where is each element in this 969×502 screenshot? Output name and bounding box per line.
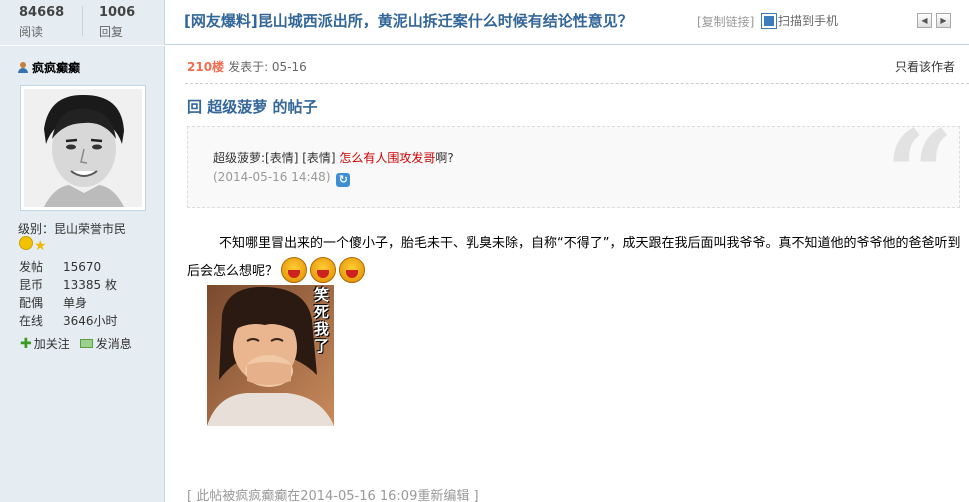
copy-link-button[interactable]: [复制链接] bbox=[697, 13, 754, 30]
stats-divider bbox=[82, 6, 83, 36]
post-divider bbox=[185, 83, 969, 84]
replies-count: 1006 bbox=[99, 5, 136, 20]
quote-suffix: 啊? bbox=[435, 151, 454, 165]
thread-nav: ◀ ▶ bbox=[917, 12, 955, 28]
only-author-link[interactable]: 只看该作者 bbox=[895, 58, 955, 75]
avatar-portrait bbox=[24, 89, 142, 207]
views-label: 阅读 bbox=[19, 25, 44, 39]
user-info: 发帖 15670 昆币 13385 枚 配偶 单身 在线 3646小时 bbox=[19, 258, 118, 330]
quote-time: (2014-05-16 14:48) ↻ bbox=[213, 170, 351, 187]
info-key: 昆币 bbox=[19, 278, 44, 292]
quote-timestamp: (2014-05-16 14:48) bbox=[213, 170, 331, 184]
post-body: 不知哪里冒出来的一个傻小子，胎毛未干、乳臭未除，自称“不得了”，成天跟在我后面叫… bbox=[187, 230, 962, 285]
replies-stat: 1006 回复 bbox=[99, 5, 169, 40]
envelope-icon bbox=[79, 339, 93, 348]
author-name-link[interactable]: 疯疯癫癫 bbox=[18, 59, 80, 76]
image-caption: 笑死我了 bbox=[314, 286, 330, 355]
thread-title[interactable]: [网友爆料]昆山城西派出所，黄泥山拆迁案什么时候有结论性意见？ bbox=[184, 10, 633, 31]
info-key: 发帖 bbox=[19, 260, 44, 274]
quote-prefix: 超级菠萝:[表情] [表情] bbox=[213, 151, 340, 165]
author-sidebar: 疯疯癫癫 级别：昆山荣誉市民 ★ 发帖 15670 昆币 13385 枚 配偶 单身 … bbox=[0, 46, 165, 502]
user-level: 级别：昆山荣誉市民 bbox=[18, 222, 127, 236]
quote-block: “ 超级菠萝:[表情] [表情] 怎么有人围攻发哥啊? (2014-05-16 … bbox=[187, 115, 960, 235]
thread-header: 84668 阅读 1006 回复 [网友爆料]昆山城西派出所，黄泥山拆迁案什么时… bbox=[0, 0, 969, 45]
reply-title: 回 超级菠萝 的帖子 bbox=[187, 98, 318, 116]
star-badge-icon: ★ bbox=[34, 238, 47, 254]
floor-number[interactable]: 210楼 bbox=[187, 60, 224, 74]
info-row: 发帖 15670 bbox=[19, 258, 118, 276]
views-count: 84668 bbox=[19, 5, 65, 20]
info-row: 配偶 单身 bbox=[19, 294, 118, 312]
level-badges: ★ bbox=[19, 236, 47, 253]
info-value: 13385 枚 bbox=[63, 278, 117, 292]
jump-to-quote-icon[interactable]: ↻ bbox=[336, 173, 351, 187]
smiley-badge-icon bbox=[19, 236, 33, 250]
post-date: 发表于: 05-16 bbox=[228, 60, 307, 74]
plus-icon: ✚ bbox=[20, 336, 32, 352]
send-message-button[interactable]: 发消息 bbox=[79, 335, 132, 352]
author-actions: ✚ 加关注 发消息 bbox=[20, 335, 142, 352]
thread-stats: 84668 阅读 1006 回复 bbox=[0, 0, 165, 45]
prev-thread-button[interactable]: ◀ bbox=[917, 13, 932, 28]
post-image[interactable]: 笑死我了 bbox=[207, 285, 334, 426]
avatar[interactable] bbox=[20, 85, 146, 211]
info-value: 15670 bbox=[63, 260, 102, 274]
laughing-emoji-icon bbox=[339, 257, 366, 283]
quote-highlight: 怎么有人围攻发哥 bbox=[339, 151, 436, 165]
author-name: 疯疯癫癫 bbox=[32, 61, 81, 75]
info-key: 配偶 bbox=[19, 296, 44, 310]
info-value: 单身 bbox=[63, 296, 88, 310]
laughing-emoji-icon bbox=[281, 257, 308, 283]
edit-note: [ 此帖被疯疯癫癫在2014-05-16 16:09重新编辑 ] bbox=[187, 489, 479, 502]
replies-label: 回复 bbox=[99, 25, 124, 39]
qr-code-icon bbox=[761, 13, 777, 29]
scan-to-phone-label: 扫描到手机 bbox=[778, 14, 839, 28]
quote-mark-icon: “ bbox=[884, 104, 954, 245]
info-row: 昆币 13385 枚 bbox=[19, 276, 118, 294]
scan-to-phone-link[interactable]: 扫描到手机 bbox=[761, 12, 839, 29]
next-thread-button[interactable]: ▶ bbox=[936, 13, 951, 28]
user-icon bbox=[18, 62, 28, 73]
follow-button[interactable]: ✚ 加关注 bbox=[20, 335, 70, 352]
quote-text: 超级菠萝:[表情] [表情] 怎么有人围攻发哥啊? bbox=[213, 149, 454, 166]
views-stat: 84668 阅读 bbox=[19, 5, 89, 40]
post-meta: 210楼 发表于: 05-16 bbox=[187, 58, 307, 75]
info-key: 在线 bbox=[19, 314, 44, 328]
info-value: 3646小时 bbox=[63, 314, 118, 328]
laughing-emoji-icon bbox=[310, 257, 337, 283]
info-row: 在线 3646小时 bbox=[19, 312, 118, 330]
follow-label: 加关注 bbox=[33, 337, 70, 351]
send-message-label: 发消息 bbox=[95, 337, 132, 351]
